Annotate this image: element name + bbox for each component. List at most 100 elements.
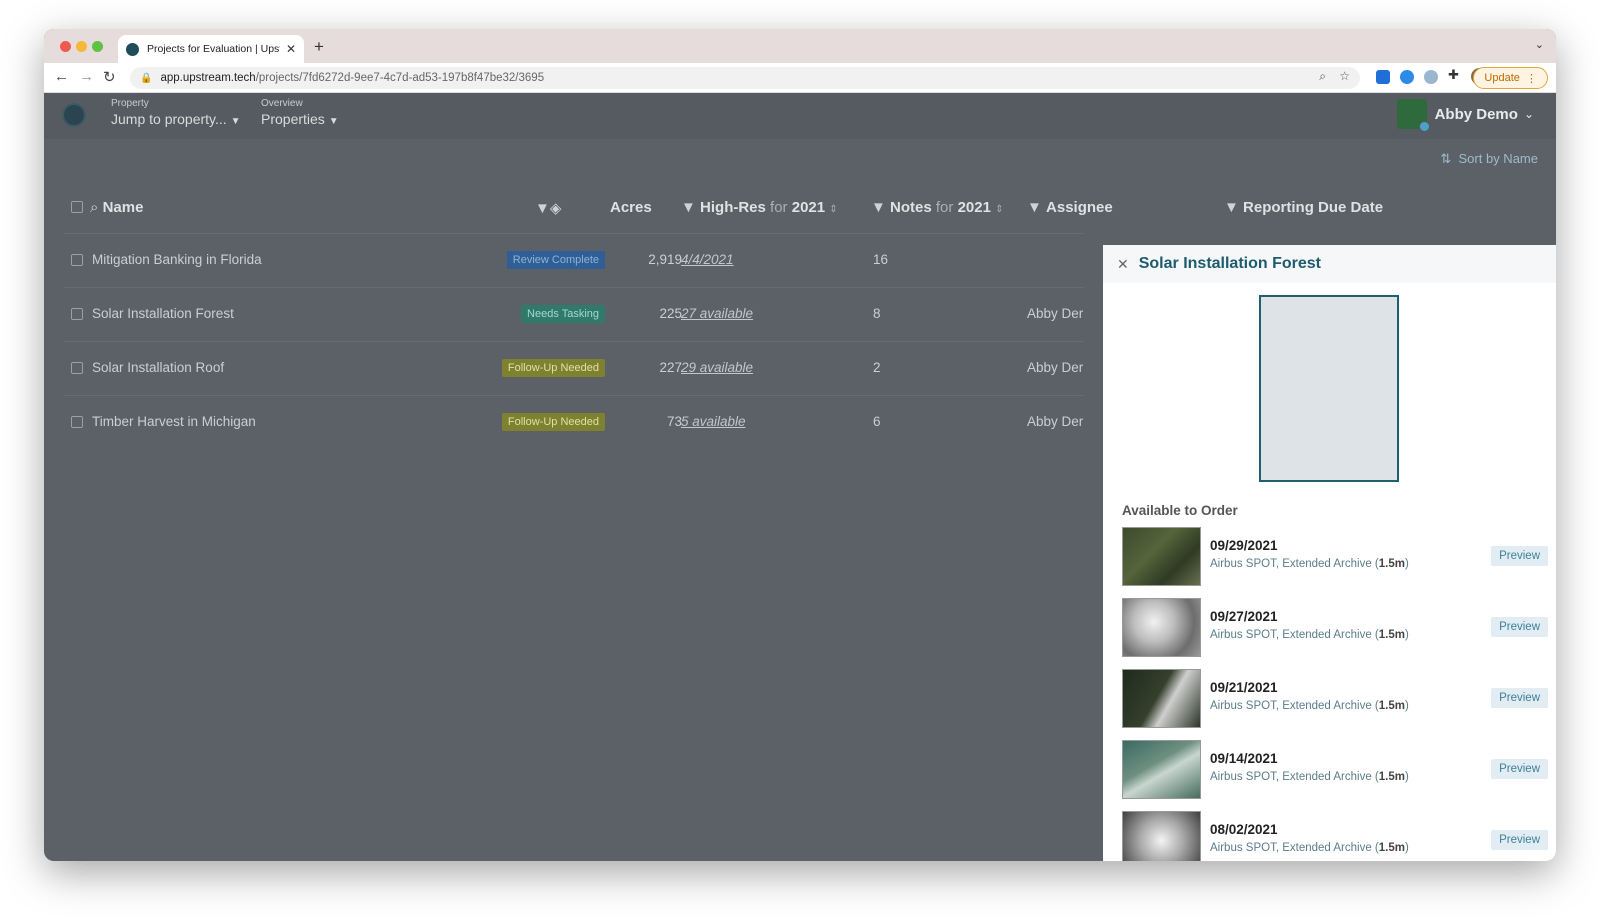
acres-value: 227 [659,360,682,375]
zoom-window-button[interactable] [92,41,103,52]
imagery-source: Airbus SPOT, Extended Archive (1.5m) [1210,629,1409,641]
highres-link[interactable]: 27 available [681,306,753,321]
forward-icon[interactable]: → [79,68,94,85]
preview-button[interactable]: Preview [1491,688,1548,708]
imagery-thumbnail[interactable] [1122,740,1201,799]
notes-count: 6 [873,414,881,429]
status-badge: Review Complete [506,251,605,269]
close-icon[interactable]: ✕ [1117,256,1129,273]
imagery-item[interactable]: 09/14/2021 Airbus SPOT, Extended Archive… [1122,740,1548,800]
panel-title: Solar Installation Forest [1138,255,1321,272]
imagery-date: 09/29/2021 [1210,538,1278,553]
reload-icon[interactable]: ↻ [103,68,116,86]
upstream-logo[interactable] [62,103,86,127]
filter-icon[interactable]: ▼ [681,199,696,216]
filter-icon[interactable]: ▼ [1224,199,1239,216]
imagery-item[interactable]: 09/29/2021 Airbus SPOT, Extended Archive… [1122,527,1548,587]
imagery-thumbnail[interactable] [1122,669,1201,728]
project-name[interactable]: Timber Harvest in Michigan [92,414,256,429]
row-divider [64,395,1084,396]
acres-value: 73 [666,414,682,429]
row-divider [64,287,1084,288]
project-name[interactable]: Solar Installation Roof [92,360,224,375]
extension-icon[interactable] [1400,70,1414,84]
url-host: app.upstream.tech [160,72,256,84]
browser-window: Projects for Evaluation | Upstre ✕ + ⌄ ←… [44,29,1556,861]
assignee-value: Abby Der [1027,360,1084,375]
user-menu[interactable]: Abby Demo ⌄ [1396,99,1534,132]
imagery-date: 08/02/2021 [1210,822,1278,837]
imagery-thumbnail[interactable] [1122,527,1201,586]
highres-link[interactable]: 5 available [681,414,746,429]
close-tab-icon[interactable]: ✕ [286,42,296,56]
search-icon[interactable]: ⌕ [90,199,98,216]
project-name[interactable]: Solar Installation Forest [92,306,234,321]
row-checkbox[interactable] [71,362,83,374]
extension-icon[interactable] [1424,70,1438,84]
preview-button[interactable]: Preview [1491,546,1548,566]
imagery-item[interactable]: 09/21/2021 Airbus SPOT, Extended Archive… [1122,669,1548,729]
overview-picker[interactable]: Overview Properties ▼ [261,98,339,127]
puzzle-extensions-icon[interactable]: ✚ [1448,67,1462,82]
imagery-thumbnail[interactable] [1122,811,1201,861]
row-checkbox[interactable] [71,308,83,320]
due-date-column-header[interactable]: ▼ Reporting Due Date [1224,199,1383,216]
back-icon[interactable]: ← [54,68,69,85]
close-window-button[interactable] [60,41,71,52]
user-avatar [1396,99,1430,132]
row-checkbox[interactable] [71,254,83,266]
project-name[interactable]: Mitigation Banking in Florida [92,252,262,267]
browser-tab[interactable]: Projects for Evaluation | Upstre ✕ [118,35,304,63]
preview-button[interactable]: Preview [1491,759,1548,779]
imagery-source: Airbus SPOT, Extended Archive (1.5m) [1210,771,1409,783]
filter-icon[interactable]: ▼ [871,199,886,216]
row-divider [64,341,1084,342]
imagery-source: Airbus SPOT, Extended Archive (1.5m) [1210,700,1409,712]
assignee-value: Abby Der [1027,306,1084,321]
sort-button[interactable]: ⇅ Sort by Name [1440,151,1538,167]
status-badge: Needs Tasking [521,305,605,323]
notes-count: 8 [873,306,881,321]
imagery-date: 09/14/2021 [1210,751,1278,766]
sort-arrows-icon: ⇕ [829,204,838,215]
property-picker[interactable]: Property Jump to property... ▼ [111,98,240,127]
properties-label: Properties [261,111,325,127]
select-all-checkbox[interactable] [71,201,83,213]
filter-tags-icon[interactable]: ▼◈ [535,199,561,217]
imagery-item[interactable]: 08/02/2021 Airbus SPOT, Extended Archive… [1122,811,1548,861]
extension-icon[interactable] [1376,70,1390,84]
app-header: Property Jump to property... ▼ Overview … [44,93,1556,139]
url-field[interactable]: 🔒 app.upstream.tech/projects/7fd6272d-9e… [130,67,1360,89]
new-tab-icon[interactable]: + [314,37,324,57]
lock-icon: 🔒 [140,72,153,84]
imagery-date: 09/21/2021 [1210,680,1278,695]
notes-count: 16 [873,252,889,267]
highres-link[interactable]: 4/4/2021 [681,252,734,267]
minimize-window-button[interactable] [76,41,87,52]
bookmark-star-icon[interactable]: ☆ [1339,69,1350,83]
status-badge: Follow-Up Needed [501,359,605,377]
update-button[interactable]: Update ⋮ [1473,67,1548,89]
preview-button[interactable]: Preview [1491,830,1548,850]
notes-column-header[interactable]: ▼ Notes for 2021 ⇕ [871,199,1004,216]
update-label: Update [1484,72,1520,84]
property-label: Property [111,98,149,109]
zoom-icon[interactable]: ⌕ [1319,69,1326,84]
available-to-order-heading: Available to Order [1122,503,1238,518]
filter-icon[interactable]: ▼ [1027,199,1042,216]
acres-column-header[interactable]: Acres [610,199,652,216]
overview-label: Overview [261,98,303,109]
preview-button[interactable]: Preview [1491,617,1548,637]
acres-value: 2,919 [648,252,682,267]
assignee-column-header[interactable]: ▼ Assignee [1027,199,1113,216]
row-checkbox[interactable] [71,416,83,428]
property-boundary-map[interactable] [1259,295,1399,482]
name-column-header[interactable]: ⌕ Name [90,199,143,216]
highres-column-header[interactable]: ▼ High-Res for 2021 ⇕ [681,199,838,216]
imagery-item[interactable]: 09/27/2021 Airbus SPOT, Extended Archive… [1122,598,1548,658]
imagery-source: Airbus SPOT, Extended Archive (1.5m) [1210,842,1409,854]
imagery-panel: ✕ Solar Installation Forest Available to… [1103,245,1556,861]
tab-search-chevron-icon[interactable]: ⌄ [1535,38,1544,51]
highres-link[interactable]: 29 available [681,360,753,375]
imagery-thumbnail[interactable] [1122,598,1201,657]
